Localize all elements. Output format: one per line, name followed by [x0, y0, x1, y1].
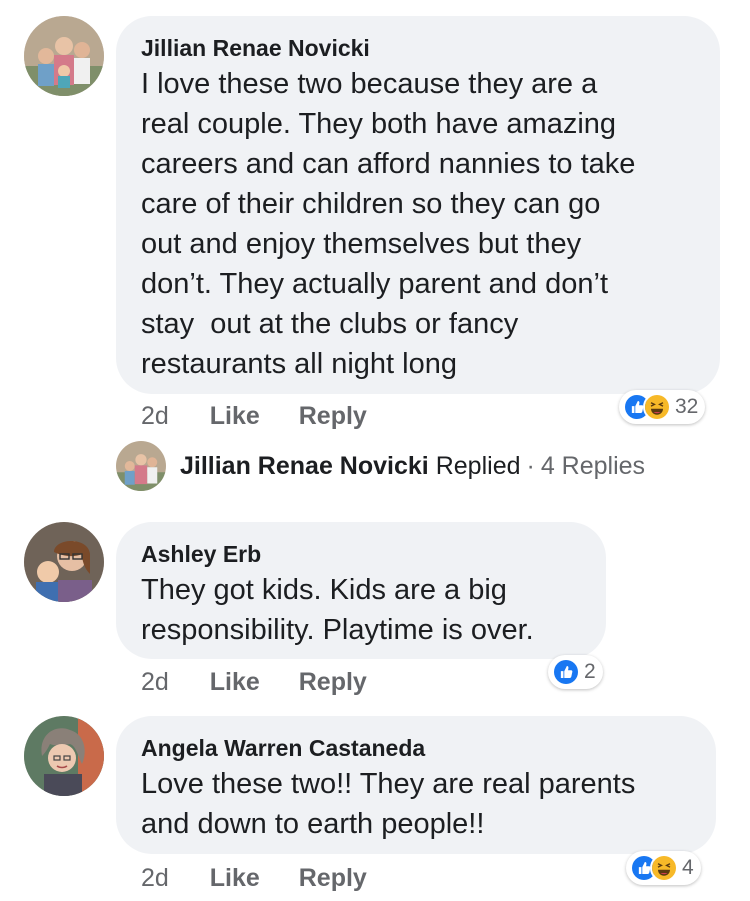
like-button[interactable]: Like: [210, 402, 260, 431]
like-button[interactable]: Like: [210, 864, 260, 893]
separator-dot: ·: [526, 451, 535, 480]
reaction-count: 32: [675, 395, 699, 418]
comment-author[interactable]: Ashley Erb: [141, 540, 580, 568]
comment-bubble: Angela Warren Castaneda Love these two!!…: [116, 716, 716, 854]
reaction-summary[interactable]: 4: [626, 851, 701, 885]
avatar[interactable]: [24, 716, 104, 796]
comment-timestamp[interactable]: 2d: [141, 668, 169, 697]
reply-button[interactable]: Reply: [299, 668, 367, 697]
reaction-count: 2: [584, 660, 596, 683]
replier-name: Jillian Renae Novicki: [180, 451, 429, 480]
like-reaction-icon: [552, 658, 580, 686]
comment-timestamp[interactable]: 2d: [141, 864, 169, 893]
reaction-summary[interactable]: 32: [619, 390, 706, 424]
comment-actions: 2d Like Reply: [141, 864, 399, 893]
comment-author[interactable]: Angela Warren Castaneda: [141, 734, 690, 762]
comment-actions: 2d Like Reply: [141, 668, 399, 697]
view-replies-link[interactable]: Jillian Renae Novicki Replied · 4 Replie…: [116, 440, 645, 492]
like-button[interactable]: Like: [210, 668, 260, 697]
comment-text: I love these two because they are a real…: [141, 68, 636, 380]
comment-text: They got kids. Kids are a big responsibi…: [141, 574, 534, 646]
replied-label: Replied: [435, 451, 521, 480]
reply-button[interactable]: Reply: [299, 864, 367, 893]
avatar[interactable]: [24, 522, 104, 602]
comment-bubble: Ashley Erb They got kids. Kids are a big…: [116, 522, 606, 659]
reply-button[interactable]: Reply: [299, 402, 367, 431]
comment-author[interactable]: Jillian Renae Novicki: [141, 34, 694, 62]
avatar[interactable]: [24, 16, 104, 96]
reaction-count: 4: [682, 856, 694, 879]
comment-text: Love these two!! They are real parents a…: [141, 768, 636, 840]
comment-actions: 2d Like Reply: [141, 402, 399, 431]
haha-reaction-icon: [643, 393, 671, 421]
replier-avatar: [116, 441, 166, 491]
comment-bubble: Jillian Renae Novicki I love these two b…: [116, 16, 720, 394]
replies-count: 4 Replies: [540, 451, 646, 480]
haha-reaction-icon: [650, 854, 678, 882]
reaction-summary[interactable]: 2: [548, 655, 603, 689]
comment-timestamp[interactable]: 2d: [141, 402, 169, 431]
